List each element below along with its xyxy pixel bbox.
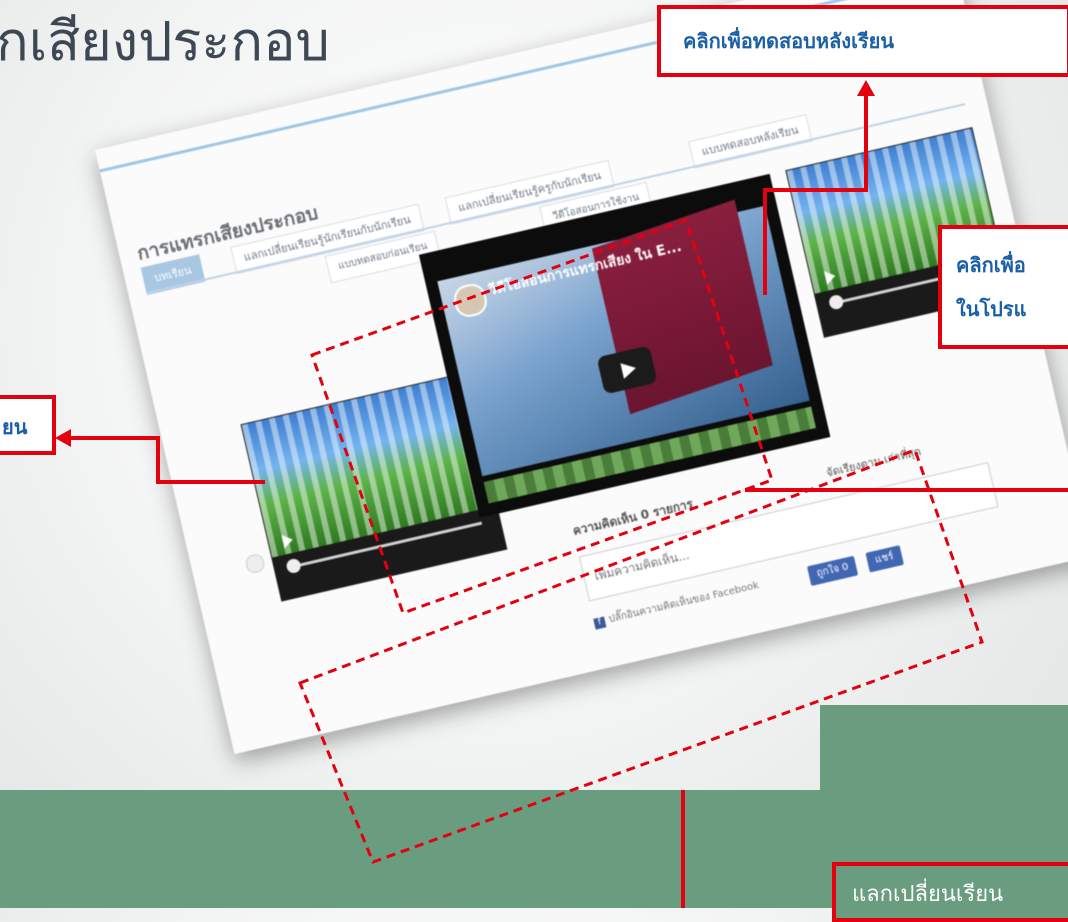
callout-program: คลิกเพื่อ ในโปรแ bbox=[938, 225, 1068, 349]
arrow-left-icon bbox=[55, 429, 71, 447]
callout-posttest: คลิกเพื่อทดสอบหลังเรียน bbox=[657, 5, 1068, 77]
video-highlight-box bbox=[310, 218, 774, 615]
connector-left bbox=[70, 436, 265, 484]
connector-top bbox=[763, 95, 868, 295]
callout-lesson: ยน bbox=[0, 395, 56, 455]
callout-exchange: แลกเปลี่ยนเรียน bbox=[832, 862, 1068, 922]
arrow-up-icon bbox=[857, 80, 875, 96]
callout-program-line1: คลิกเพื่อ bbox=[956, 253, 1026, 277]
callout-program-line2: ในโปรแ bbox=[956, 297, 1027, 321]
comment-highlight-box bbox=[298, 448, 984, 864]
annotation-overlay bbox=[70, 95, 1068, 908]
